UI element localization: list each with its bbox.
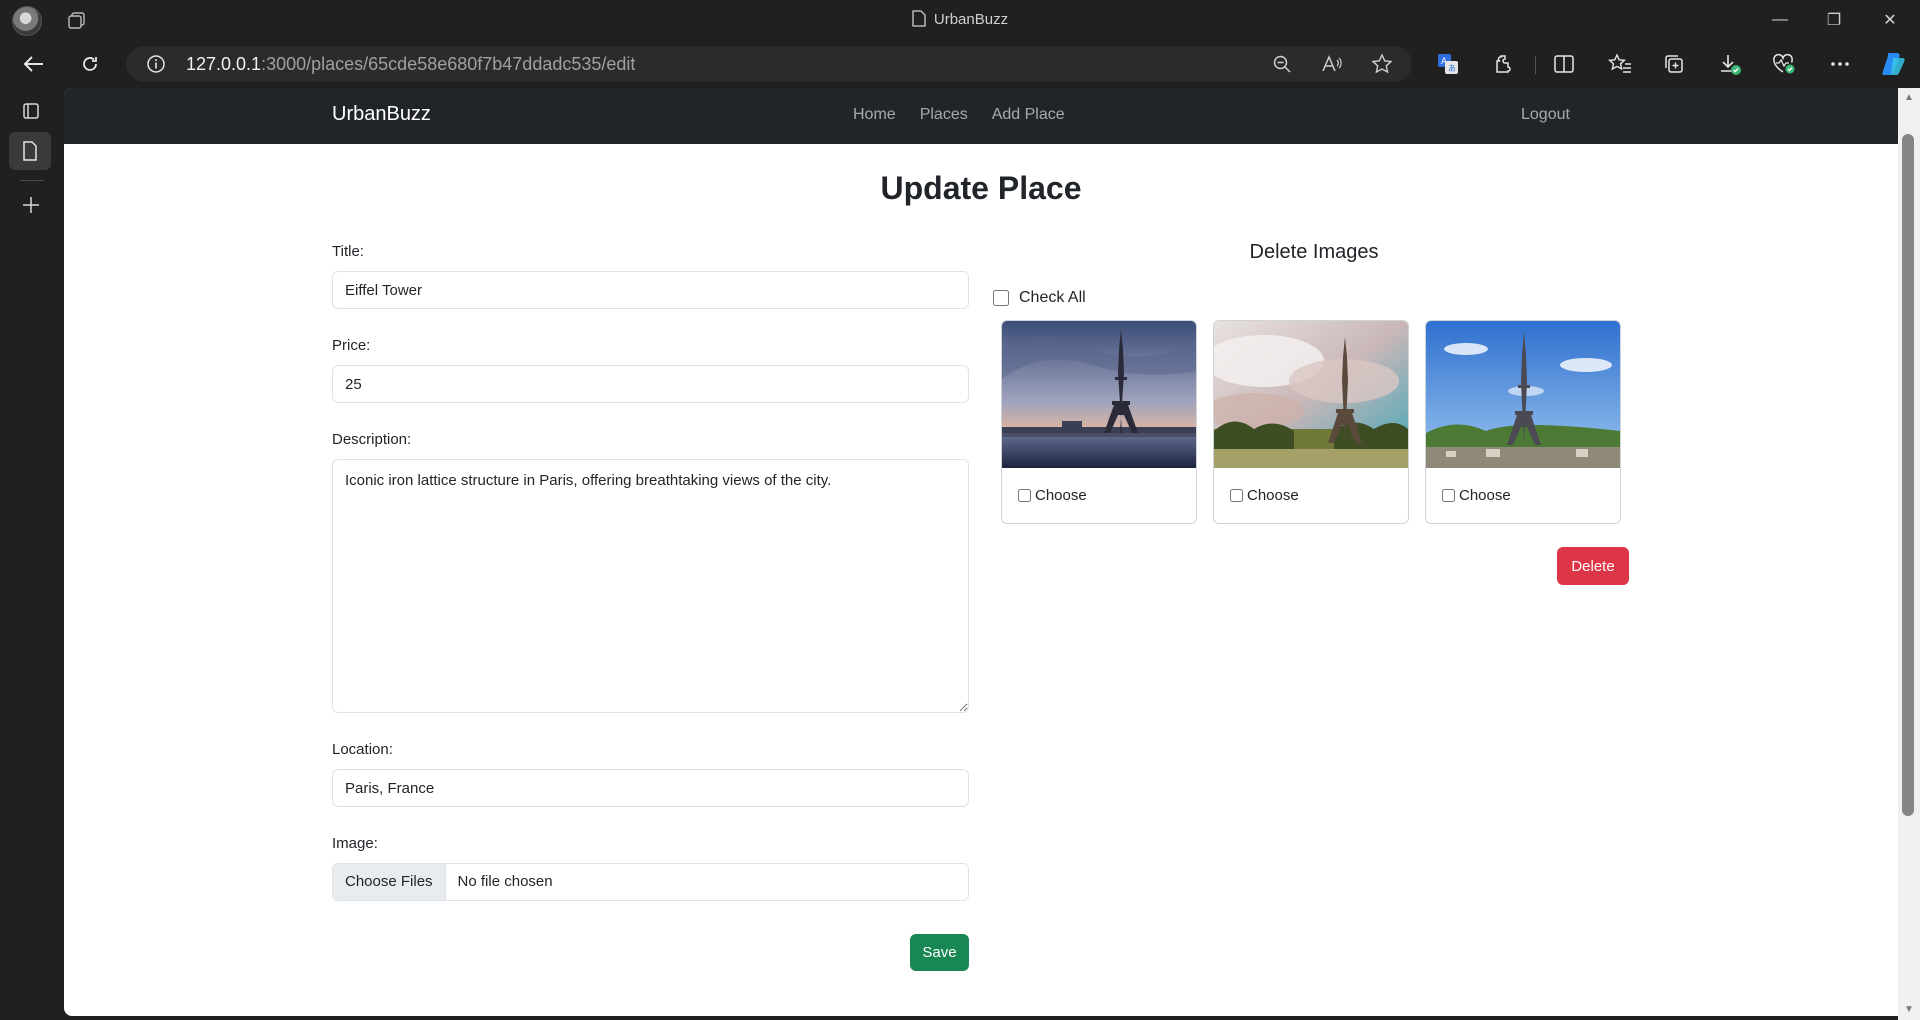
window-title-text: UrbanBuzz xyxy=(933,11,1009,28)
title-label: Title: xyxy=(332,243,364,260)
close-icon[interactable]: ✕ xyxy=(1862,0,1918,40)
vertical-tabs-sidebar xyxy=(0,88,64,1020)
image-label: Image: xyxy=(332,835,378,852)
read-aloud-icon[interactable] xyxy=(1320,53,1344,75)
nav-link-logout[interactable]: Logout xyxy=(1521,106,1570,124)
minimize-icon[interactable]: — xyxy=(1752,0,1808,40)
toolbar-divider xyxy=(1535,56,1536,74)
location-input[interactable] xyxy=(332,769,969,807)
sidebar-divider xyxy=(20,180,44,181)
refresh-icon[interactable] xyxy=(72,48,108,80)
extensions-icon[interactable] xyxy=(1486,48,1522,80)
page-scrollbar[interactable]: ▲ ▼ xyxy=(1898,88,1920,1020)
description-label: Description: xyxy=(332,431,412,448)
check-all-label: Check All xyxy=(1019,289,1086,306)
delete-images-heading: Delete Images xyxy=(1249,241,1379,263)
choose-label: Choose xyxy=(1247,487,1299,504)
image-card: Choose xyxy=(1213,320,1409,524)
choose-control[interactable]: Choose xyxy=(1230,487,1299,504)
site-navbar: UrbanBuzz Home Places Add Place Logout xyxy=(64,88,1898,144)
downloads-icon[interactable] xyxy=(1712,48,1748,80)
tab-urbanbuzz[interactable] xyxy=(9,132,51,170)
browser-titlebar: UrbanBuzz — ❐ ✕ xyxy=(0,0,1920,40)
scrollbar-thumb[interactable] xyxy=(1902,134,1914,816)
image-card: Choose xyxy=(1425,320,1621,524)
choose-files-button[interactable]: Choose Files xyxy=(333,864,446,900)
url-host: 127.0.0.1 xyxy=(186,54,262,74)
choose-control[interactable]: Choose xyxy=(1442,487,1511,504)
check-all-control[interactable]: Check All xyxy=(993,289,1086,307)
translate-icon[interactable]: Aあ xyxy=(1430,48,1466,80)
scroll-down-arrow-icon[interactable]: ▼ xyxy=(1903,1004,1915,1016)
navbar-brand[interactable]: UrbanBuzz xyxy=(332,103,431,126)
favorites-icon[interactable] xyxy=(1602,48,1638,80)
choose-label: Choose xyxy=(1035,487,1087,504)
nav-link-add-place[interactable]: Add Place xyxy=(992,106,1065,124)
address-bar[interactable]: 127.0.0.1:3000/places/65cde58e680f7b47dd… xyxy=(126,46,1412,82)
choose-label: Choose xyxy=(1459,487,1511,504)
favorite-star-icon[interactable] xyxy=(1370,53,1394,75)
more-options-icon[interactable] xyxy=(1822,48,1858,80)
svg-text:あ: あ xyxy=(1448,64,1456,73)
split-screen-icon[interactable] xyxy=(1546,48,1582,80)
zoom-out-icon[interactable] xyxy=(1270,53,1294,75)
eiffel-tower-photo-1 xyxy=(1002,321,1196,468)
choose-checkbox[interactable] xyxy=(1442,489,1455,502)
image-card: Choose xyxy=(1001,320,1197,524)
choose-control[interactable]: Choose xyxy=(1018,487,1087,504)
window-title: UrbanBuzz xyxy=(0,10,1920,31)
eiffel-tower-photo-2 xyxy=(1214,321,1408,468)
title-input[interactable] xyxy=(332,271,969,309)
copilot-icon[interactable] xyxy=(1876,48,1912,80)
nav-link-home[interactable]: Home xyxy=(853,106,896,124)
choose-checkbox[interactable] xyxy=(1230,489,1243,502)
browser-toolbar: 127.0.0.1:3000/places/65cde58e680f7b47dd… xyxy=(0,40,1920,88)
scroll-up-arrow-icon[interactable]: ▲ xyxy=(1903,92,1915,104)
delete-button[interactable]: Delete xyxy=(1557,547,1629,585)
description-textarea[interactable]: Iconic iron lattice structure in Paris, … xyxy=(332,459,969,713)
collections-icon[interactable] xyxy=(1656,48,1692,80)
url-text[interactable]: 127.0.0.1:3000/places/65cde58e680f7b47dd… xyxy=(186,54,635,75)
document-icon xyxy=(912,10,926,31)
browser-essentials-icon[interactable] xyxy=(1766,48,1802,80)
file-status-text: No file chosen xyxy=(457,873,553,890)
price-input[interactable] xyxy=(332,365,969,403)
page-title: Update Place xyxy=(880,170,1082,206)
nav-link-places[interactable]: Places xyxy=(920,106,968,124)
location-label: Location: xyxy=(332,741,393,758)
page-viewport: UrbanBuzz Home Places Add Place Logout U… xyxy=(64,88,1898,1016)
image-file-input[interactable]: Choose Files No file chosen xyxy=(332,863,969,901)
tab-actions-menu-icon[interactable] xyxy=(11,92,51,130)
save-button[interactable]: Save xyxy=(910,934,969,971)
restore-icon[interactable]: ❐ xyxy=(1806,0,1862,40)
check-all-checkbox[interactable] xyxy=(993,290,1009,306)
new-tab-plus-icon[interactable] xyxy=(11,186,51,224)
choose-checkbox[interactable] xyxy=(1018,489,1031,502)
back-icon[interactable] xyxy=(16,48,52,80)
site-info-icon[interactable] xyxy=(146,54,166,79)
url-path: :3000/places/65cde58e680f7b47ddadc535/ed… xyxy=(261,54,636,74)
eiffel-tower-photo-3 xyxy=(1426,321,1620,468)
price-label: Price: xyxy=(332,337,371,354)
navbar-links: Home Places Add Place xyxy=(853,106,1065,124)
